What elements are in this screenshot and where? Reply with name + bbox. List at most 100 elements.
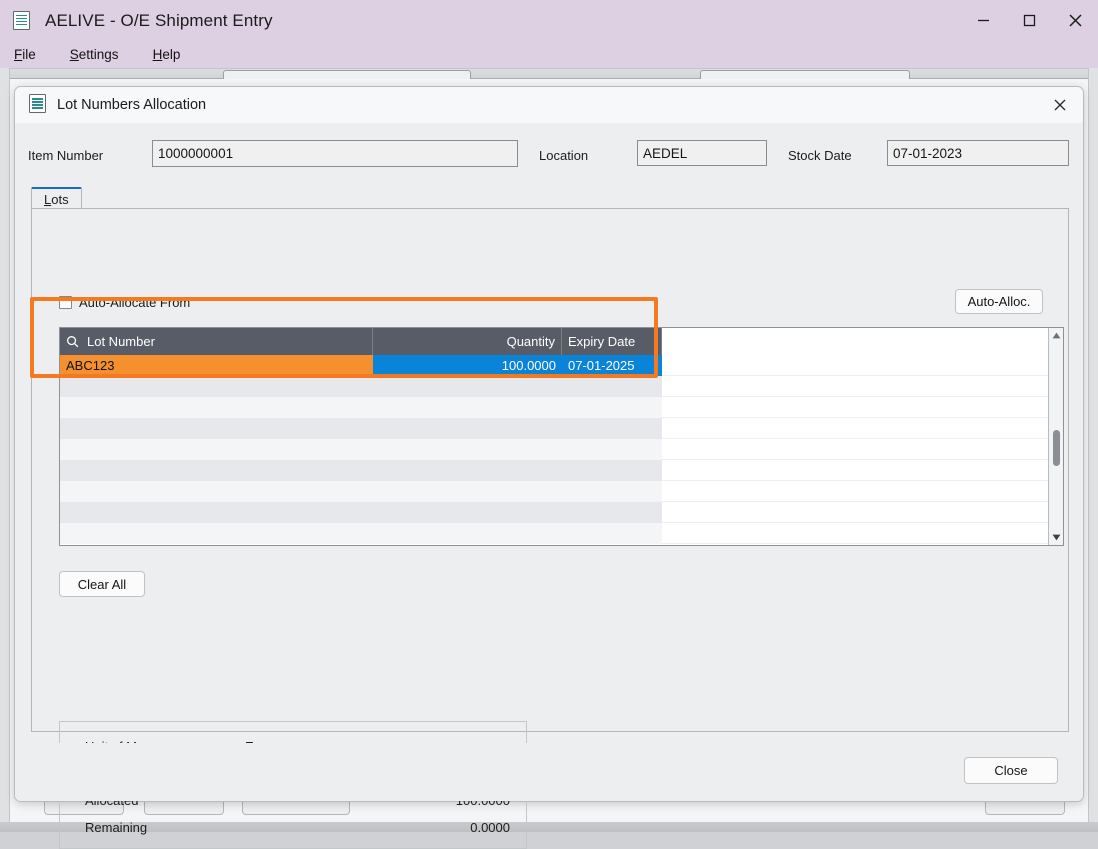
table-row[interactable] <box>60 376 1063 397</box>
menu-item-help-label: elp <box>162 47 181 62</box>
grid-column-expiry-date[interactable]: Expiry Date <box>562 328 662 355</box>
cell-filler <box>662 460 1063 481</box>
auto-allocate-checkbox[interactable] <box>59 296 72 309</box>
cell-expiry-date[interactable] <box>562 481 662 502</box>
grid-column-lot-number[interactable]: Lot Number <box>60 328 373 355</box>
cell-lot-number[interactable] <box>60 418 373 439</box>
cell-quantity[interactable] <box>373 460 562 481</box>
document-icon <box>29 94 46 116</box>
cell-expiry-date[interactable] <box>562 460 662 481</box>
application-title: AELIVE - O/E Shipment Entry <box>45 10 273 30</box>
minimize-icon[interactable] <box>960 0 1006 41</box>
cell-lot-number[interactable] <box>60 523 373 544</box>
table-row[interactable]: ABC123 100.0000 07-01-2025 <box>60 355 1063 376</box>
lots-tab-panel: Auto-Allocate From Auto-Alloc. Lot Numbe… <box>31 208 1069 849</box>
dialog-close-icon[interactable] <box>1043 91 1077 119</box>
menu-item-file[interactable]: File <box>14 47 36 62</box>
dialog-title: Lot Numbers Allocation <box>57 97 207 113</box>
auto-alloc-button[interactable]: Auto-Alloc. <box>955 289 1043 314</box>
dialog-titlebar: Lot Numbers Allocation <box>15 87 1083 123</box>
cell-quantity[interactable] <box>373 481 562 502</box>
location-label: Location <box>539 148 589 163</box>
close-icon[interactable] <box>1052 0 1098 41</box>
summary-row: Remaining 0.0000 <box>60 813 526 841</box>
application-titlebar: AELIVE - O/E Shipment Entry <box>0 0 1098 41</box>
menu-item-file-label: ile <box>22 47 36 62</box>
background-tabstrip <box>10 69 1088 79</box>
grid-header-filler <box>662 328 1063 355</box>
cell-filler <box>662 418 1063 439</box>
summary-value: 0.0000 <box>470 819 510 835</box>
cell-expiry-date[interactable]: 07-01-2025 <box>562 355 662 376</box>
cell-expiry-date[interactable] <box>562 418 662 439</box>
table-row[interactable] <box>60 418 1063 439</box>
cell-expiry-date[interactable] <box>562 502 662 523</box>
dialog-footer <box>15 743 1083 801</box>
cell-filler <box>662 523 1063 544</box>
tab-lots[interactable]: Lots <box>31 187 82 209</box>
cell-quantity[interactable] <box>373 523 562 544</box>
cell-quantity[interactable] <box>373 397 562 418</box>
stock-date-input[interactable] <box>887 140 1069 166</box>
menubar: File Settings Help <box>0 41 1098 68</box>
cell-lot-number[interactable] <box>60 397 373 418</box>
tab-lots-label: ots <box>51 191 69 207</box>
cell-lot-number[interactable]: ABC123 <box>60 355 373 376</box>
table-row[interactable] <box>60 397 1063 418</box>
grid-column-quantity-label: Quantity <box>506 334 555 349</box>
cell-expiry-date[interactable] <box>562 376 662 397</box>
scroll-up-arrow-icon[interactable] <box>1049 328 1063 343</box>
menu-item-settings[interactable]: Settings <box>70 47 119 62</box>
cell-expiry-date[interactable] <box>562 523 662 544</box>
scroll-down-arrow-icon[interactable] <box>1049 530 1063 545</box>
grid-vertical-scrollbar[interactable] <box>1048 328 1063 545</box>
cell-filler <box>662 376 1063 397</box>
cell-filler <box>662 397 1063 418</box>
location-input[interactable] <box>637 140 767 166</box>
grid-column-expiry-date-label: Expiry Date <box>568 334 636 349</box>
grid-scrollbar-thumb[interactable] <box>1053 430 1060 466</box>
dialog-tabstrip: Lots <box>31 187 1069 209</box>
search-icon[interactable] <box>66 335 79 348</box>
auto-allocate-label: Auto-Allocate From <box>79 295 191 310</box>
lot-numbers-allocation-dialog: Lot Numbers Allocation Item Number Locat… <box>14 86 1084 849</box>
cell-quantity[interactable] <box>373 502 562 523</box>
table-row[interactable] <box>60 439 1063 460</box>
clear-all-button[interactable]: Clear All <box>59 571 145 597</box>
background-tab-1[interactable] <box>223 70 471 79</box>
table-row[interactable] <box>60 460 1063 481</box>
grid-column-lot-number-label: Lot Number <box>87 334 155 349</box>
cell-expiry-date[interactable] <box>562 397 662 418</box>
cell-lot-number[interactable] <box>60 460 373 481</box>
cell-quantity[interactable] <box>373 376 562 397</box>
cell-lot-number[interactable] <box>60 376 373 397</box>
maximize-icon[interactable] <box>1006 0 1052 41</box>
summary-label: Remaining <box>85 819 148 835</box>
cell-lot-number[interactable] <box>60 439 373 460</box>
menu-item-settings-label: ettings <box>78 47 119 62</box>
cell-lot-number[interactable] <box>60 502 373 523</box>
auto-allocate-from-row[interactable]: Auto-Allocate From <box>59 295 190 310</box>
close-button[interactable]: Close <box>964 757 1058 784</box>
table-row[interactable] <box>60 502 1063 523</box>
grid-header-row: Lot Number Quantity Expiry Date <box>60 328 1063 355</box>
cell-filler <box>662 481 1063 502</box>
table-row[interactable] <box>60 523 1063 544</box>
stock-date-label: Stock Date <box>788 148 852 163</box>
menu-item-help[interactable]: Help <box>153 47 181 62</box>
cell-expiry-date[interactable] <box>562 439 662 460</box>
background-tab-2[interactable] <box>700 70 910 79</box>
application-window: AELIVE - O/E Shipment Entry File Setting… <box>0 0 1098 849</box>
document-icon <box>13 10 32 31</box>
item-number-input[interactable] <box>152 140 518 167</box>
lots-grid[interactable]: Lot Number Quantity Expiry Date ABC123 10… <box>59 327 1064 546</box>
cell-quantity[interactable] <box>373 418 562 439</box>
cell-quantity[interactable]: 100.0000 <box>373 355 562 376</box>
cell-quantity[interactable] <box>373 439 562 460</box>
cell-lot-number[interactable] <box>60 481 373 502</box>
item-number-label: Item Number <box>28 148 104 163</box>
table-row[interactable] <box>60 481 1063 502</box>
cell-filler <box>662 439 1063 460</box>
cell-filler <box>662 502 1063 523</box>
grid-column-quantity[interactable]: Quantity <box>373 328 562 355</box>
